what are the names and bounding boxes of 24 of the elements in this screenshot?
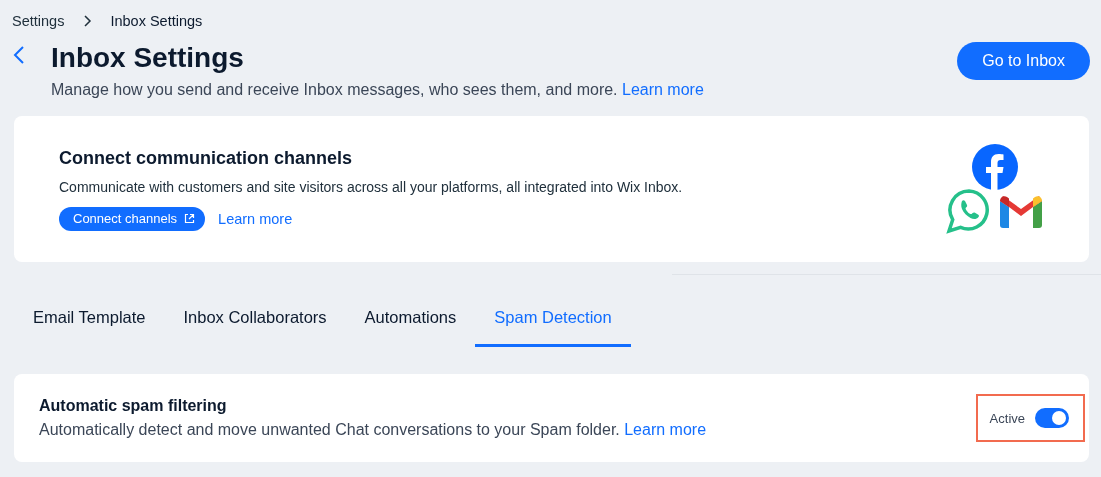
page-title: Inbox Settings xyxy=(51,41,245,75)
tab[interactable]: Spam Detection xyxy=(475,296,631,347)
learn-more-link[interactable]: Learn more xyxy=(624,421,707,438)
whatsapp-logo-icon xyxy=(946,188,992,234)
tab[interactable]: Email Template xyxy=(14,296,165,347)
status-label: Active xyxy=(989,410,1025,426)
connect-channels-button[interactable]: Connect channels xyxy=(59,206,206,231)
card-description: Communicate with customers and site visitors across all your platforms, all integrated into Wix Inbox. xyxy=(59,178,684,195)
toggle-switch[interactable] xyxy=(1035,408,1069,428)
page-subtitle: Manage how you send and receive Inbox messages, who sees them, and more. xyxy=(51,81,618,98)
breadcrumb-item[interactable]: Settings xyxy=(12,13,65,29)
breadcrumb-item: Inbox Settings xyxy=(110,13,203,29)
learn-more-link[interactable]: Learn more xyxy=(622,81,704,98)
tab[interactable]: Inbox Collaborators xyxy=(164,296,346,347)
card-title: Connect communication channels xyxy=(59,147,354,169)
external-link-icon xyxy=(184,213,196,224)
tab[interactable]: Automations xyxy=(345,296,476,347)
setting-description: Automatically detect and move unwanted Chat conversations to your Spam folder. xyxy=(39,421,620,438)
facebook-logo-icon xyxy=(972,144,1018,190)
learn-more-link[interactable]: Learn more xyxy=(218,210,293,227)
setting-title: Automatic spam filtering xyxy=(39,397,228,415)
chevron-right-icon xyxy=(82,14,93,28)
gmail-logo-icon xyxy=(998,193,1044,229)
go-to-inbox-button[interactable]: Go to Inbox xyxy=(957,42,1090,80)
